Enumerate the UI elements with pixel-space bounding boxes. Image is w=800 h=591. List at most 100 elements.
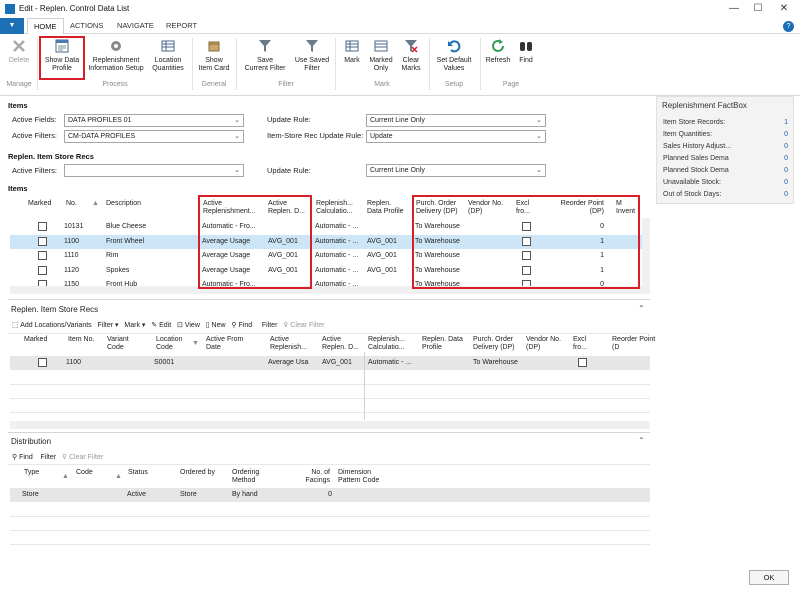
dist-col-ordered-by[interactable]: Ordered by: [180, 469, 215, 477]
new-button[interactable]: ▯ New: [206, 322, 226, 329]
sr-col-reorder[interactable]: Reorder Point (D: [612, 336, 655, 352]
excl-checkbox[interactable]: [578, 358, 587, 367]
set-default-values-button[interactable]: Set Default Values: [432, 36, 476, 80]
funnel-save-icon: [259, 40, 271, 52]
tab-navigate[interactable]: NAVIGATE: [111, 18, 160, 35]
add-icon: ⬚: [12, 322, 19, 329]
factbox-value-link[interactable]: 0: [778, 179, 788, 186]
marked-checkbox[interactable]: [38, 222, 47, 231]
highlight-box-replen-settings: [412, 195, 640, 289]
active-fields-select[interactable]: DATA PROFILES 01 ⌄: [64, 114, 244, 127]
sort-asc-icon: ▲: [62, 473, 69, 480]
maximize-button[interactable]: ☐: [750, 2, 766, 16]
sr-col-delivery[interactable]: Purch. Order Delivery (DP): [473, 336, 515, 352]
tab-home[interactable]: HOME: [27, 18, 64, 35]
replen-active-filters-select[interactable]: ⌄: [64, 164, 244, 177]
col-no[interactable]: No.: [66, 200, 77, 208]
minimize-button[interactable]: —: [726, 2, 742, 16]
group-manage: Manage: [6, 81, 32, 88]
sr-col-active-from[interactable]: Active From Date: [206, 336, 243, 352]
factbox-value-link[interactable]: 0: [778, 191, 788, 198]
sr-col-calc[interactable]: Replenish... Calculatio...: [368, 336, 405, 352]
cell-description: Spokes: [106, 266, 130, 274]
dist-col-pattern[interactable]: Dimension Pattern Code: [338, 469, 379, 485]
sr-col-location[interactable]: Location Code: [156, 336, 182, 352]
distribution-row[interactable]: Store Active Store By hand 0: [10, 488, 650, 502]
sr-col-excl[interactable]: Excl fro...: [573, 336, 587, 352]
refresh-button[interactable]: Refresh: [484, 36, 512, 80]
app-menu-button[interactable]: ▼: [0, 18, 24, 34]
filter-button-store[interactable]: Filter: [262, 322, 278, 329]
marked-only-button[interactable]: Marked Only: [367, 36, 395, 80]
marked-checkbox[interactable]: [38, 358, 47, 367]
find-button-store[interactable]: ⚲ Find: [231, 322, 252, 329]
replenishment-info-setup-button[interactable]: Replenishment Information Setup: [87, 36, 145, 80]
dist-col-ordering-method[interactable]: Ordering Method: [232, 469, 259, 485]
save-current-filter-button[interactable]: Save Current Filter: [240, 36, 290, 80]
col-description[interactable]: Description: [106, 200, 141, 208]
factbox-label: Out of Stock Days:: [663, 191, 722, 198]
item-card-icon: [208, 41, 220, 52]
show-item-card-button[interactable]: Show Item Card: [196, 36, 232, 80]
clear-filter-button-store[interactable]: ⊽ Clear Filter: [283, 322, 324, 329]
items-grid-title: Items: [8, 184, 28, 193]
chevron-down-icon: ⌄: [234, 117, 240, 124]
dist-col-facings[interactable]: No. of Facings: [300, 469, 330, 485]
dist-col-code[interactable]: Code: [76, 469, 93, 477]
update-rule-select[interactable]: Current Line Only ⌄: [366, 114, 546, 127]
mark-menu-button[interactable]: Mark ▾: [124, 322, 145, 329]
col-replen-data-profile[interactable]: Replen. Data Profile: [367, 200, 404, 216]
location-quantities-button[interactable]: Location Quantities: [148, 36, 188, 80]
close-button[interactable]: ✕: [776, 2, 792, 16]
collapse-chevron-icon[interactable]: ⌃: [638, 436, 645, 445]
cell-delivery: To Warehouse: [473, 359, 518, 366]
dist-col-type[interactable]: Type: [24, 469, 39, 477]
tab-actions[interactable]: ACTIONS: [64, 18, 109, 35]
active-filters-select[interactable]: CM-DATA PROFILES ⌄: [64, 130, 244, 143]
dist-find-button[interactable]: ⚲ Find: [12, 454, 33, 461]
item-store-rule-select[interactable]: Update ⌄: [366, 130, 546, 143]
marked-checkbox[interactable]: [38, 236, 47, 246]
factbox-value-link[interactable]: 0: [778, 155, 788, 162]
cell-no: 10131: [64, 223, 84, 230]
col-marked[interactable]: Marked: [28, 200, 51, 208]
use-saved-filter-button[interactable]: Use Saved Filter: [292, 36, 332, 80]
delete-icon: [13, 40, 25, 52]
group-process: Process: [102, 81, 128, 88]
delete-button[interactable]: Delete: [4, 36, 34, 80]
help-icon[interactable]: ?: [783, 21, 794, 32]
factbox-value-link[interactable]: 0: [778, 131, 788, 138]
find-button[interactable]: Find: [514, 36, 538, 80]
factbox-value-link[interactable]: 0: [778, 143, 788, 150]
sr-col-vendor[interactable]: Vendor No. (DP): [526, 336, 561, 352]
filter-menu-button[interactable]: Filter ▾: [98, 322, 119, 329]
sr-col-marked[interactable]: Marked: [24, 336, 47, 344]
marked-checkbox[interactable]: [38, 265, 47, 275]
marked-checkbox[interactable]: [38, 251, 47, 260]
sr-col-replen-d[interactable]: Active Replen. D...: [322, 336, 359, 352]
dist-col-status[interactable]: Status: [128, 469, 148, 477]
sr-col-method[interactable]: Active Replenish...: [270, 336, 307, 352]
dist-clear-filter-button[interactable]: ⊽ Clear Filter: [62, 454, 103, 461]
sr-col-profile[interactable]: Replen. Data Profile: [422, 336, 463, 352]
show-data-profile-button[interactable]: Show Data Profile: [41, 36, 83, 80]
sr-col-item-no[interactable]: Item No.: [68, 336, 94, 344]
factbox-value-link[interactable]: 0: [778, 167, 788, 174]
ok-button[interactable]: OK: [749, 570, 789, 585]
store-rec-row[interactable]: 1100 S0001 Average Usa AVG_001 Automatic…: [10, 356, 650, 370]
cell-no: 1110: [64, 252, 79, 259]
view-button[interactable]: ⊡ View: [177, 322, 200, 329]
collapse-chevron-icon[interactable]: ⌃: [638, 304, 645, 313]
add-locations-button[interactable]: ⬚ Add Locations/Variants: [12, 322, 92, 329]
items-vertical-scrollbar[interactable]: [642, 218, 650, 286]
store-recs-horizontal-scrollbar[interactable]: [10, 421, 650, 429]
edit-button[interactable]: ✎ Edit: [151, 322, 171, 329]
mark-button[interactable]: Mark: [339, 36, 365, 80]
replen-update-rule-select[interactable]: Current Line Only ⌄: [366, 164, 546, 177]
clear-marks-button[interactable]: Clear Marks: [397, 36, 425, 80]
dist-filter-button[interactable]: Filter: [41, 454, 57, 461]
sr-col-variant[interactable]: Variant Code: [107, 336, 129, 352]
col-replen-calc[interactable]: Replenish... Calculatio...: [316, 200, 353, 216]
factbox-value-link[interactable]: 1: [778, 119, 788, 126]
tab-report[interactable]: REPORT: [160, 18, 203, 35]
